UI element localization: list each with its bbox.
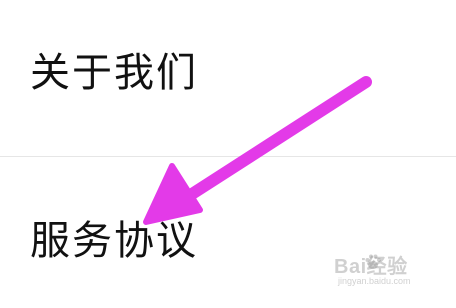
menu-item-about-us[interactable]: 关于我们 — [0, 36, 456, 154]
menu-item-label: 服务协议 — [30, 218, 198, 264]
settings-screen: 关于我们 服务协议 Bai经验 jingyan.baidu.com — [0, 0, 456, 308]
menu-item-service-agreement[interactable]: 服务协议 — [0, 157, 456, 308]
menu-item-label: 关于我们 — [30, 50, 198, 96]
